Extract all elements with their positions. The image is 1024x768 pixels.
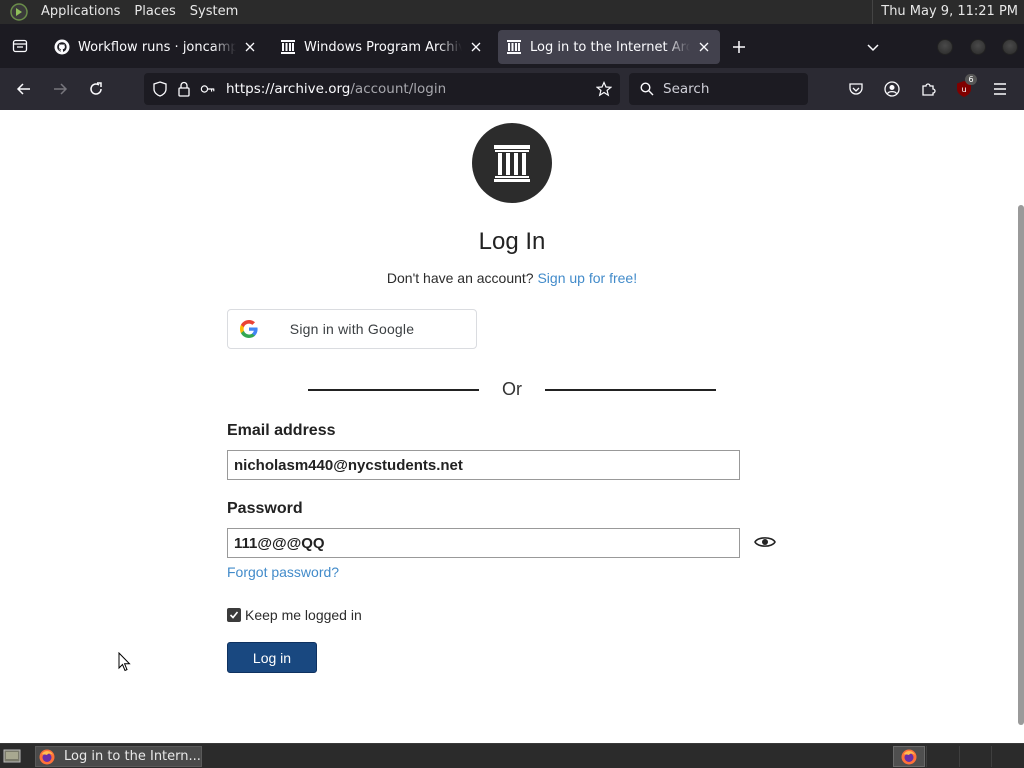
top-panel: Applications Places System Thu May 9, 11… [0,0,1024,24]
no-account-text: Don't have an account? [386,270,534,286]
clock[interactable]: Thu May 9, 11:21 PM [872,0,1024,24]
password-field[interactable] [227,528,740,558]
ublock-badge: 6 [965,74,977,85]
navigation-toolbar: https://archive.org/account/login Search… [0,68,1024,110]
search-icon [639,81,655,97]
tab-internet-archive-login[interactable]: Log in to the Internet Archive [498,30,720,64]
checkmark-icon [229,611,239,619]
google-signin-button[interactable]: Sign in with Google [227,309,477,349]
eye-icon[interactable] [752,530,778,554]
internet-archive-logo[interactable] [472,123,552,203]
minimize-button[interactable] [937,39,953,55]
url-host: https://archive.org [226,81,351,97]
archive-building-icon [494,145,530,182]
firefox-view-icon[interactable] [0,24,40,68]
google-g-icon [240,320,258,338]
tab-title: Workflow runs · joncampbell [78,39,236,55]
back-arrow-icon[interactable] [12,77,36,101]
tab-title: Log in to the Internet Archive [530,39,690,55]
firefox-icon [39,749,55,764]
reload-icon[interactable] [84,77,108,101]
email-label: Email address [227,422,336,439]
gnome-foot-icon[interactable] [9,2,29,22]
keep-logged-in-label: Keep me logged in [245,607,362,623]
email-field[interactable] [227,450,740,480]
close-icon[interactable] [696,39,712,55]
page-content: Log In Don't have an account? Sign up fo… [0,110,1024,743]
extensions-puzzle-icon[interactable] [918,79,938,99]
google-signin-label: Sign in with Google [289,321,415,337]
keep-logged-in-checkbox[interactable] [227,608,241,622]
close-window-button[interactable] [1002,39,1018,55]
svg-text:u: u [961,85,966,94]
chevron-down-icon[interactable] [862,36,884,58]
bottom-taskbar: Log in to the Intern... [0,743,1024,768]
shield-icon[interactable] [152,81,168,97]
keep-logged-in-row[interactable]: Keep me logged in [227,607,362,623]
url-text[interactable]: https://archive.org/account/login [226,81,446,97]
bookmark-star-icon[interactable] [595,81,613,97]
or-divider: Or [308,378,716,400]
close-icon[interactable] [468,39,484,55]
archive-icon [506,39,522,55]
workspace-4[interactable] [991,746,1023,767]
taskbar-window-title: Log in to the Intern... [64,749,201,764]
maximize-button[interactable] [970,39,986,55]
url-path: /account/login [350,81,447,97]
tab-bar: Workflow runs · joncampbell Windows Prog… [0,24,1024,68]
firefox-icon [901,749,917,764]
password-label: Password [227,500,303,517]
tab-title: Windows Program Archive [304,39,462,55]
pocket-icon[interactable] [846,79,866,99]
taskbar-firefox-window[interactable]: Log in to the Intern... [35,746,202,767]
account-icon[interactable] [882,79,902,99]
places-menu[interactable]: Places [127,0,182,24]
search-bar[interactable]: Search [629,73,808,105]
applications-menu[interactable]: Applications [34,0,127,24]
ublock-origin-icon[interactable]: u 6 [954,74,977,99]
signup-prompt: Don't have an account? Sign up for free! [0,270,1024,286]
forgot-password-link[interactable]: Forgot password? [227,564,339,580]
login-button[interactable]: Log in [227,642,317,673]
key-icon[interactable] [200,81,216,97]
or-text: Or [502,379,522,399]
search-placeholder: Search [663,81,710,97]
tab-workflow-runs[interactable]: Workflow runs · joncampbell [46,30,266,64]
forward-arrow-icon[interactable] [48,77,72,101]
hamburger-menu-icon[interactable] [990,79,1010,99]
page-title: Log In [478,228,546,255]
lock-icon[interactable] [176,81,192,97]
workspace-2[interactable] [926,746,958,767]
workspace-1[interactable] [893,746,925,767]
signup-link[interactable]: Sign up for free! [537,270,637,286]
url-bar[interactable]: https://archive.org/account/login [144,73,620,105]
mouse-pointer-icon [118,652,131,672]
close-icon[interactable] [242,39,258,55]
workspace-3[interactable] [959,746,991,767]
tab-windows-program-archive[interactable]: Windows Program Archive [272,30,492,64]
archive-icon [280,39,296,55]
new-tab-plus-icon[interactable] [728,36,750,58]
show-desktop-icon[interactable] [2,747,22,765]
github-icon [54,39,70,55]
system-menu[interactable]: System [183,0,245,24]
